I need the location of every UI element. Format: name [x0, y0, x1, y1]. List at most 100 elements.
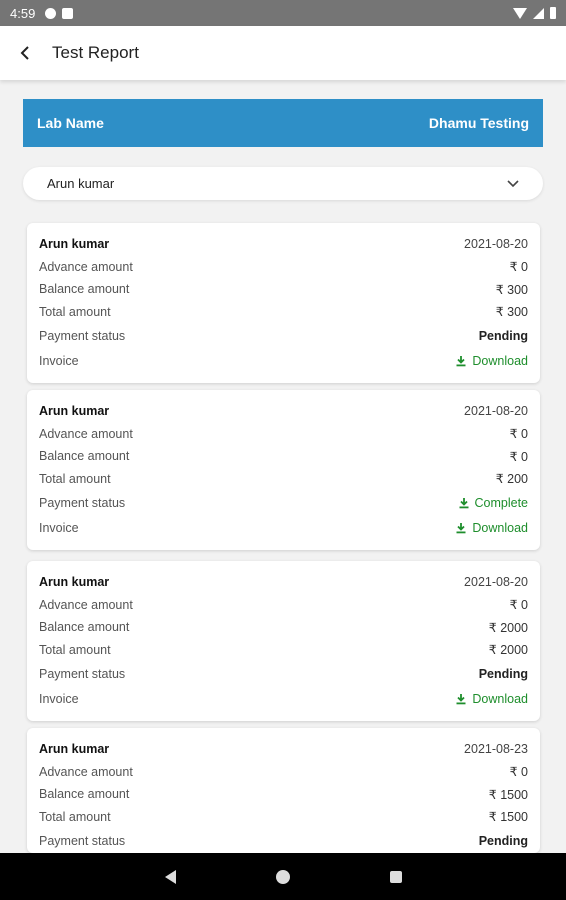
- invoice-label: Invoice: [39, 691, 79, 706]
- download-icon: [456, 693, 466, 704]
- invoice-download-link[interactable]: Download: [455, 354, 528, 368]
- advance-row: Advance amount ₹ 0: [39, 761, 528, 784]
- balance-row: Balance amount ₹ 1500: [39, 783, 528, 806]
- total-row: Total amount ₹ 200: [39, 468, 528, 491]
- signal-icon: [533, 7, 544, 19]
- balance-row: Balance amount ₹ 300: [39, 278, 528, 301]
- download-label: Download: [472, 520, 528, 535]
- payment-status-label: Payment status: [39, 666, 126, 681]
- advance-row: Advance amount ₹ 0: [39, 423, 528, 446]
- balance-label: Balance amount: [39, 787, 130, 802]
- lab-name-banner: Lab Name Dhamu Testing: [23, 99, 543, 147]
- balance-value: ₹ 300: [495, 282, 528, 297]
- payment-status-label: Payment status: [39, 495, 126, 510]
- page-title: Test Report: [52, 43, 139, 62]
- balance-label: Balance amount: [39, 282, 130, 297]
- payment-status-complete[interactable]: Complete: [458, 495, 529, 510]
- report-card: Arun kumar 2021-08-23 Advance amount ₹ 0 Bal…: [27, 728, 540, 853]
- report-card: Arun kumar 2021-08-20 Advance amount ₹ 0 Bal…: [27, 223, 540, 383]
- advance-label: Advance amount: [39, 764, 133, 779]
- patient-name: Arun kumar: [39, 237, 110, 252]
- payment-status-value: Complete: [474, 495, 529, 510]
- advance-label: Advance amount: [39, 597, 133, 612]
- wifi-icon: [513, 7, 527, 19]
- nav-home-icon[interactable]: [275, 869, 290, 884]
- nav-back-icon[interactable]: [164, 869, 176, 884]
- download-label: Download: [472, 691, 528, 706]
- total-value: ₹ 300: [495, 305, 528, 320]
- payment-status-value: Pending: [478, 833, 528, 848]
- invoice-label: Invoice: [39, 520, 79, 535]
- payment-status-value: Pending: [478, 328, 528, 343]
- patient-name: Arun kumar: [39, 575, 110, 590]
- patient-dropdown[interactable]: Arun kumar: [23, 167, 543, 200]
- balance-value: ₹ 0: [509, 449, 528, 464]
- download-icon: [456, 355, 466, 366]
- total-label: Total amount: [39, 809, 111, 824]
- advance-row: Advance amount ₹ 0: [39, 594, 528, 617]
- balance-label: Balance amount: [39, 620, 130, 635]
- report-date: 2021-08-23: [464, 742, 528, 757]
- total-row: Total amount ₹ 1500: [39, 806, 528, 829]
- balance-value: ₹ 1500: [488, 787, 528, 802]
- download-icon: [459, 497, 468, 508]
- payment-status-label: Payment status: [39, 328, 126, 343]
- balance-row: Balance amount ₹ 0: [39, 445, 528, 468]
- balance-label: Balance amount: [39, 449, 130, 464]
- payment-status-row: Payment status Pending: [39, 323, 528, 348]
- total-value: ₹ 2000: [488, 643, 528, 658]
- report-header-row: Arun kumar 2021-08-23: [39, 738, 528, 761]
- report-card: Arun kumar 2021-08-20 Advance amount ₹ 0 Bal…: [27, 561, 540, 721]
- advance-value: ₹ 0: [509, 260, 528, 275]
- payment-status-row: Payment status Complete: [39, 490, 528, 515]
- advance-label: Advance amount: [39, 426, 133, 441]
- invoice-label: Invoice: [39, 353, 79, 368]
- invoice-row: Invoice Download: [39, 686, 528, 711]
- advance-value: ₹ 0: [509, 598, 528, 613]
- advance-row: Advance amount ₹ 0: [39, 256, 528, 279]
- payment-status-row: Payment status Pending: [39, 661, 528, 686]
- total-value: ₹ 200: [495, 472, 528, 487]
- status-bar: 4:59: [0, 0, 566, 26]
- balance-value: ₹ 2000: [488, 620, 528, 635]
- advance-label: Advance amount: [39, 259, 133, 274]
- download-label: Download: [472, 353, 528, 368]
- report-header-row: Arun kumar 2021-08-20: [39, 233, 528, 256]
- download-icon: [456, 522, 466, 533]
- total-value: ₹ 1500: [488, 810, 528, 825]
- report-header-row: Arun kumar 2021-08-20: [39, 571, 528, 594]
- battery-icon: [550, 7, 556, 19]
- app-bar: Test Report: [0, 26, 566, 80]
- chevron-down-icon: [507, 179, 519, 187]
- report-date: 2021-08-20: [464, 404, 528, 419]
- report-date: 2021-08-20: [464, 237, 528, 252]
- report-date: 2021-08-20: [464, 575, 528, 590]
- patient-name: Arun kumar: [39, 742, 110, 757]
- lab-name-label: Lab Name: [37, 115, 104, 131]
- total-row: Total amount ₹ 2000: [39, 639, 528, 662]
- app-notification-icon: [45, 7, 57, 19]
- advance-value: ₹ 0: [509, 765, 528, 780]
- advance-value: ₹ 0: [509, 427, 528, 442]
- payment-status-row: Payment status Pending: [39, 828, 528, 853]
- total-row: Total amount ₹ 300: [39, 301, 528, 324]
- payment-status-value: Pending: [478, 666, 528, 681]
- payment-status-label: Payment status: [39, 833, 126, 848]
- status-time: 4:59: [10, 5, 36, 21]
- invoice-download-link[interactable]: Download: [455, 521, 528, 535]
- back-arrow-icon: [20, 46, 29, 60]
- invoice-download-link[interactable]: Download: [455, 692, 528, 706]
- system-nav-bar: [0, 853, 566, 900]
- balance-row: Balance amount ₹ 2000: [39, 616, 528, 639]
- invoice-row: Invoice Download: [39, 348, 528, 373]
- lab-name-value: Dhamu Testing: [428, 115, 529, 131]
- total-label: Total amount: [39, 642, 111, 657]
- total-label: Total amount: [39, 471, 111, 486]
- patient-name: Arun kumar: [39, 404, 110, 419]
- patient-dropdown-value: Arun kumar: [47, 176, 115, 191]
- invoice-row: Invoice Download: [39, 515, 528, 540]
- sd-card-icon: [62, 7, 74, 19]
- report-card: Arun kumar 2021-08-20 Advance amount ₹ 0 Bal…: [27, 390, 540, 550]
- back-button[interactable]: [0, 26, 52, 80]
- nav-recents-icon[interactable]: [389, 870, 402, 883]
